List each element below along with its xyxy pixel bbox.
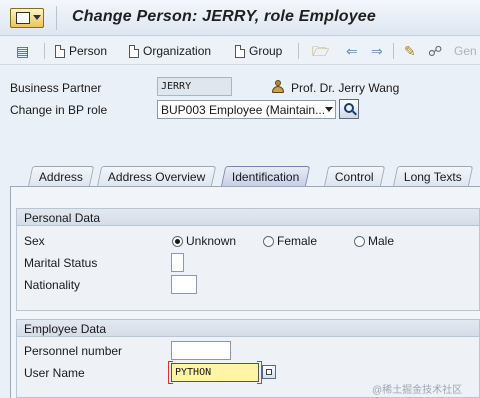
chevron-down-icon	[325, 107, 333, 112]
marital-status-label: Marital Status	[24, 256, 98, 270]
document-icon	[235, 44, 245, 58]
organization-button-label: Organization	[143, 44, 212, 58]
business-partner-field[interactable]: JERRY	[157, 77, 232, 96]
radio-label: Male	[368, 234, 395, 248]
search-help-button[interactable]	[339, 99, 359, 119]
list-icon[interactable]: ▤	[16, 43, 29, 59]
group-button[interactable]: Group	[235, 42, 282, 60]
divider	[56, 6, 57, 30]
group-button-label: Group	[249, 44, 283, 58]
window-menu-icon	[16, 12, 30, 24]
arrow-right-icon[interactable]: ⇒	[371, 43, 383, 59]
system-menu-button[interactable]	[10, 8, 44, 28]
arrow-left-icon[interactable]: ⇐	[346, 43, 358, 59]
partner-name: Prof. Dr. Jerry Wang	[291, 81, 400, 95]
open-folder-icon[interactable]: 🗁	[312, 43, 329, 59]
highlight-marker-right-bottom	[257, 383, 262, 384]
divider	[298, 43, 299, 59]
highlight-marker-right-top	[257, 361, 262, 362]
business-partner-label: Business Partner	[10, 81, 102, 95]
user-name-field[interactable]: PYTHON	[171, 363, 259, 382]
application-toolbar: ▤ Person Organization Group 🗁 ⇐ ⇒ ✎ ☍ Ge…	[0, 37, 480, 65]
tab-strip: Address Address Overview Identification …	[0, 166, 480, 187]
highlight-marker-left-bottom	[168, 383, 173, 384]
tab-long-texts[interactable]: Long Texts	[392, 166, 474, 187]
generic-button[interactable]: Gen	[454, 42, 477, 60]
person-icon-head	[275, 80, 281, 86]
nationality-field[interactable]	[171, 275, 197, 294]
organization-button[interactable]: Organization	[129, 42, 211, 60]
tab-control[interactable]: Control	[323, 166, 385, 187]
divider	[44, 43, 45, 59]
document-icon	[55, 44, 65, 58]
tab-label: Identification	[231, 170, 300, 184]
nationality-label: Nationality	[24, 278, 81, 292]
radio-icon	[263, 235, 274, 247]
radio-selected-icon	[172, 235, 183, 247]
title-bar: Change Person: JERRY, role Employee	[0, 0, 480, 36]
tab-identification[interactable]: Identification	[220, 166, 311, 187]
sex-radio-male[interactable]: Male	[354, 234, 394, 248]
document-icon	[129, 44, 139, 58]
personnel-number-field[interactable]	[171, 341, 231, 360]
person-icon	[271, 80, 285, 94]
highlight-marker-left	[168, 361, 169, 384]
tab-address-overview[interactable]: Address Overview	[96, 166, 217, 187]
bp-role-label: Change in BP role	[10, 103, 108, 117]
relationships-icon[interactable]: ☍	[428, 43, 442, 59]
copy-icon	[266, 369, 272, 375]
radio-icon	[354, 235, 365, 247]
value-help-button[interactable]	[262, 365, 276, 379]
divider	[393, 43, 394, 59]
chevron-down-icon	[33, 15, 41, 20]
generic-button-label: Gen	[454, 44, 477, 58]
sex-radio-female[interactable]: Female	[263, 234, 317, 248]
personal-data-title: Personal Data	[17, 209, 479, 226]
tab-label: Long Texts	[403, 170, 462, 184]
watermark: @稀土掘金技术社区	[372, 385, 463, 396]
personnel-number-label: Personnel number	[24, 344, 123, 358]
tab-label: Address Overview	[107, 170, 206, 184]
person-button-label: Person	[69, 44, 108, 58]
sex-label: Sex	[24, 234, 45, 248]
person-icon-body	[272, 86, 284, 93]
sex-radio-unknown[interactable]: Unknown	[172, 234, 236, 248]
person-button[interactable]: Person	[55, 42, 107, 60]
tab-label: Address	[38, 170, 83, 184]
employee-data-title: Employee Data	[17, 320, 479, 337]
bp-role-select[interactable]: BUP003 Employee (Maintain...	[157, 100, 336, 119]
tab-address[interactable]: Address	[27, 166, 95, 187]
marital-status-field[interactable]	[171, 253, 184, 272]
bp-role-value: BUP003 Employee (Maintain...	[161, 103, 326, 117]
edit-pencil-icon[interactable]: ✎	[404, 43, 416, 59]
highlight-marker-left-top	[168, 361, 173, 362]
partner-header: Business Partner JERRY Prof. Dr. Jerry W…	[0, 66, 480, 166]
user-name-label: User Name	[24, 366, 85, 380]
window-title: Change Person: JERRY, role Employee	[72, 8, 376, 25]
radio-label: Female	[277, 234, 318, 248]
search-icon-handle	[352, 110, 357, 116]
tab-label: Control	[334, 170, 374, 184]
radio-label: Unknown	[186, 234, 237, 248]
